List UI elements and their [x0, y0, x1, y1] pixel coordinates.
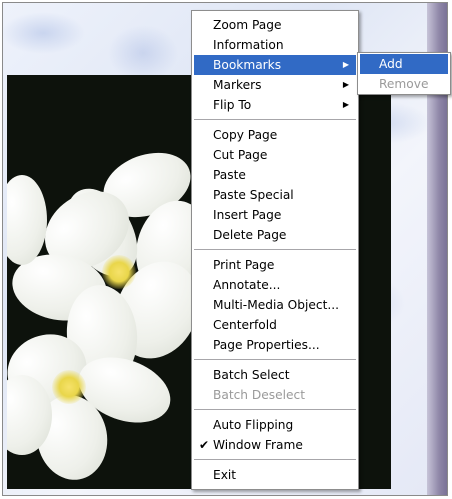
- menu-item-auto-flipping[interactable]: Auto Flipping: [194, 415, 356, 435]
- menu-item-label: Multi-Media Object...: [213, 298, 339, 312]
- menu-item-batch-deselect: Batch Deselect: [194, 385, 356, 405]
- menu-item-bookmarks[interactable]: Bookmarks ▶: [194, 55, 356, 75]
- menu-item-annotate[interactable]: Annotate...: [194, 275, 356, 295]
- menu-item-multi-media-object[interactable]: Multi-Media Object...: [194, 295, 356, 315]
- menu-item-label: Delete Page: [213, 228, 287, 242]
- menu-item-information[interactable]: Information: [194, 35, 356, 55]
- context-menu: Zoom Page Information Bookmarks ▶ Markers ▶ Fl…: [191, 10, 359, 490]
- menu-item-label: Markers: [213, 78, 262, 92]
- menu-separator: [194, 409, 356, 410]
- menu-item-zoom-page[interactable]: Zoom Page: [194, 15, 356, 35]
- checkmark-icon: ✔: [199, 438, 210, 452]
- menu-item-insert-page[interactable]: Insert Page: [194, 205, 356, 225]
- submenu-item-label: Add: [379, 57, 403, 71]
- menu-item-label: Centerfold: [213, 318, 277, 332]
- menu-item-label: Window Frame: [213, 438, 303, 452]
- menu-item-copy-page[interactable]: Copy Page: [194, 125, 356, 145]
- menu-item-label: Insert Page: [213, 208, 282, 222]
- menu-item-label: Batch Deselect: [213, 388, 306, 402]
- menu-item-cut-page[interactable]: Cut Page: [194, 145, 356, 165]
- menu-item-label: Page Properties...: [213, 338, 320, 352]
- menu-item-label: Information: [213, 38, 284, 52]
- menu-separator: [194, 359, 356, 360]
- menu-item-label: Paste Special: [213, 188, 294, 202]
- menu-item-markers[interactable]: Markers ▶: [194, 75, 356, 95]
- menu-item-label: Print Page: [213, 258, 275, 272]
- menu-item-label: Paste: [213, 168, 246, 182]
- menu-item-label: Batch Select: [213, 368, 290, 382]
- menu-item-label: Annotate...: [213, 278, 281, 292]
- menu-item-label: Zoom Page: [213, 18, 282, 32]
- menu-item-paste-special[interactable]: Paste Special: [194, 185, 356, 205]
- menu-item-delete-page[interactable]: Delete Page: [194, 225, 356, 245]
- menu-item-paste[interactable]: Paste: [194, 165, 356, 185]
- submenu-item-label: Remove: [379, 77, 429, 91]
- menu-item-centerfold[interactable]: Centerfold: [194, 315, 356, 335]
- menu-item-label: Auto Flipping: [213, 418, 294, 432]
- menu-item-batch-select[interactable]: Batch Select: [194, 365, 356, 385]
- menu-item-label: Cut Page: [213, 148, 268, 162]
- menu-item-label: Exit: [213, 468, 237, 482]
- submenu-arrow-icon: ▶: [342, 80, 349, 89]
- menu-item-window-frame[interactable]: ✔ Window Frame: [194, 435, 356, 455]
- menu-item-flip-to[interactable]: Flip To ▶: [194, 95, 356, 115]
- menu-separator: [194, 249, 356, 250]
- menu-item-print-page[interactable]: Print Page: [194, 255, 356, 275]
- menu-item-page-properties[interactable]: Page Properties...: [194, 335, 356, 355]
- menu-separator: [194, 119, 356, 120]
- menu-item-label: Copy Page: [213, 128, 278, 142]
- menu-item-exit[interactable]: Exit: [194, 465, 356, 485]
- menu-item-label: Bookmarks: [213, 58, 282, 72]
- menu-separator: [194, 459, 356, 460]
- menu-item-label: Flip To: [213, 98, 252, 112]
- submenu-item-remove: Remove: [360, 74, 448, 94]
- bookmarks-submenu: Add Remove: [357, 52, 451, 95]
- submenu-arrow-icon: ▶: [342, 60, 349, 69]
- submenu-arrow-icon: ▶: [342, 100, 349, 109]
- submenu-item-add[interactable]: Add: [360, 54, 448, 74]
